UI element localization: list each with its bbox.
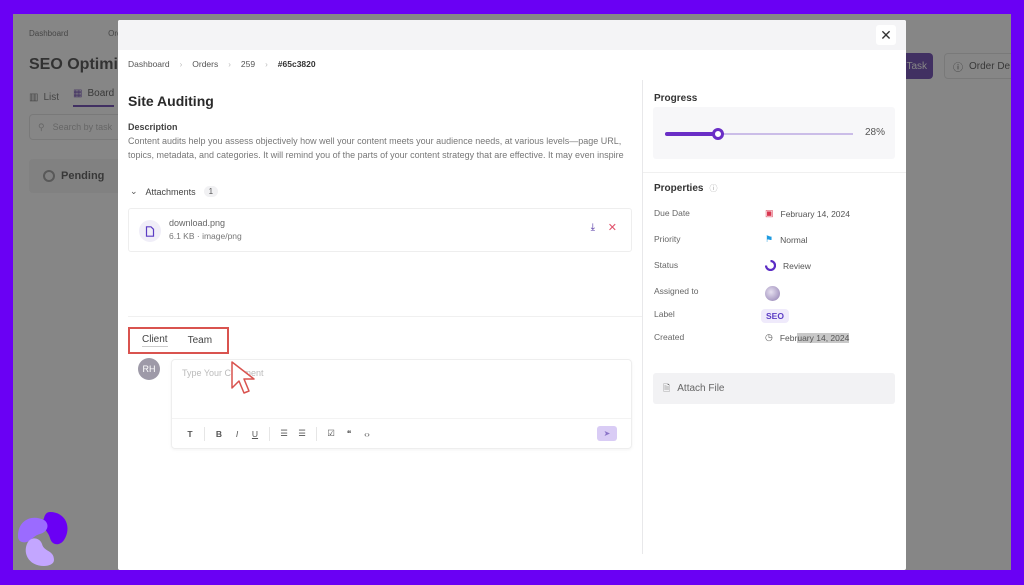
editor-toolbar: T B I U ☰ ☰ ☑ ❝ ‹› ➤: [172, 418, 631, 448]
file-name[interactable]: download.png: [169, 218, 225, 228]
flag-icon: ⚑: [765, 234, 774, 244]
checkbox-button[interactable]: ☑: [327, 428, 335, 439]
file-meta: 6.1 KB · image/png: [169, 231, 242, 241]
remove-attachment-button[interactable]: ✕: [608, 221, 617, 234]
progress-box: 28%: [653, 107, 895, 159]
property-assigned-to: Assigned to: [654, 286, 894, 304]
tab-client[interactable]: Client: [142, 334, 168, 347]
attachment-item: download.png 6.1 KB · image/png ⤓ ✕: [128, 208, 632, 252]
toolbar-separator: [269, 426, 270, 441]
chevron-down-icon: ⌄: [130, 186, 138, 196]
mouse-cursor-icon: [231, 361, 255, 394]
breadcrumb: Dashboard › Orders › 259 › #65c3820: [128, 59, 316, 69]
file-icon: 🗎: [663, 382, 671, 393]
close-icon: ✕: [607, 222, 617, 234]
file-icon: [139, 220, 161, 242]
progress-fill: [665, 132, 718, 136]
crumb-orders[interactable]: Orders: [192, 59, 218, 69]
tab-team[interactable]: Team: [188, 335, 212, 346]
progress-slider[interactable]: [665, 128, 853, 140]
progress-value: 28%: [864, 127, 885, 138]
properties-label: Properties: [654, 183, 704, 194]
property-priority: Priority ⚑ Normal: [654, 234, 808, 245]
comment-tabs: Client Team: [128, 327, 229, 354]
task-detail-modal: ✕ Dashboard › Orders › 259 › #65c3820 Si…: [118, 20, 906, 570]
divider: [128, 316, 642, 317]
send-icon: ➤: [603, 429, 611, 438]
status-review-icon: [765, 260, 776, 271]
attachments-label: Attachments: [145, 186, 196, 197]
clock-icon: ◷: [765, 332, 773, 342]
crumb-order-id[interactable]: 259: [241, 59, 255, 69]
assignee-avatar[interactable]: [765, 286, 780, 301]
toolbar-separator: [316, 426, 317, 441]
assignee-value[interactable]: [765, 286, 780, 301]
description-label: Description: [128, 122, 178, 132]
bullet-list-button[interactable]: ☰: [298, 428, 306, 439]
quote-button[interactable]: ❝: [345, 428, 353, 439]
label-value[interactable]: SEO: [761, 309, 789, 323]
label-chip[interactable]: SEO: [761, 309, 789, 323]
close-button[interactable]: ✕: [876, 25, 896, 45]
modal-header: ✕: [118, 20, 906, 50]
attachments-toggle[interactable]: ⌄ Attachments 1: [130, 186, 219, 197]
calendar-icon: ▣: [765, 208, 774, 218]
property-created: Created ◷ February 14, 2024: [654, 332, 850, 343]
text-style-button[interactable]: T: [186, 429, 194, 439]
chevron-right-icon: ›: [179, 59, 183, 69]
send-button[interactable]: ➤: [597, 426, 617, 441]
crumb-task-id: #65c3820: [277, 59, 316, 69]
properties-header: Properties ⓘ: [654, 183, 717, 194]
toolbar-separator: [204, 426, 205, 441]
code-button[interactable]: ‹›: [363, 429, 371, 439]
priority-value[interactable]: ⚑ Normal: [765, 234, 807, 245]
divider: [643, 172, 906, 173]
task-title: Site Auditing: [128, 93, 214, 109]
close-icon: ✕: [880, 26, 892, 43]
text-selection: uary 14, 2024: [797, 332, 850, 343]
property-label: Label SEO: [654, 309, 894, 323]
status-value[interactable]: Review: [765, 260, 811, 271]
description-text[interactable]: Content audits help you assess objective…: [128, 134, 628, 162]
avatar: RH: [138, 358, 160, 380]
download-button[interactable]: ⤓: [591, 222, 595, 233]
chevron-right-icon: ›: [228, 59, 231, 69]
progress-slider-thumb[interactable]: [711, 128, 724, 140]
bold-button[interactable]: B: [215, 429, 223, 439]
crumb-dashboard[interactable]: Dashboard: [128, 59, 170, 69]
due-date-value[interactable]: ▣ February 14, 2024: [765, 208, 850, 219]
task-main-panel: Site Auditing Description Content audits…: [118, 82, 642, 570]
progress-label: Progress: [654, 93, 698, 104]
attachments-count: 1: [203, 186, 219, 197]
property-due-date: Due Date ▣ February 14, 2024: [654, 208, 850, 219]
info-icon[interactable]: ⓘ: [709, 183, 717, 194]
attach-file-button[interactable]: 🗎 Attach File: [653, 373, 895, 404]
task-side-panel: Progress 28% Properties ⓘ Due Date ▣ Feb…: [643, 82, 906, 570]
property-status: Status Review: [654, 260, 811, 271]
brand-logo-icon: [18, 512, 68, 566]
download-icon: ⤓: [590, 222, 595, 233]
chevron-right-icon: ›: [265, 59, 268, 69]
ordered-list-button[interactable]: ☰: [280, 428, 288, 439]
created-value: ◷ February 14, 2024: [765, 332, 850, 343]
italic-button[interactable]: I: [233, 429, 241, 439]
underline-button[interactable]: U: [251, 429, 259, 439]
